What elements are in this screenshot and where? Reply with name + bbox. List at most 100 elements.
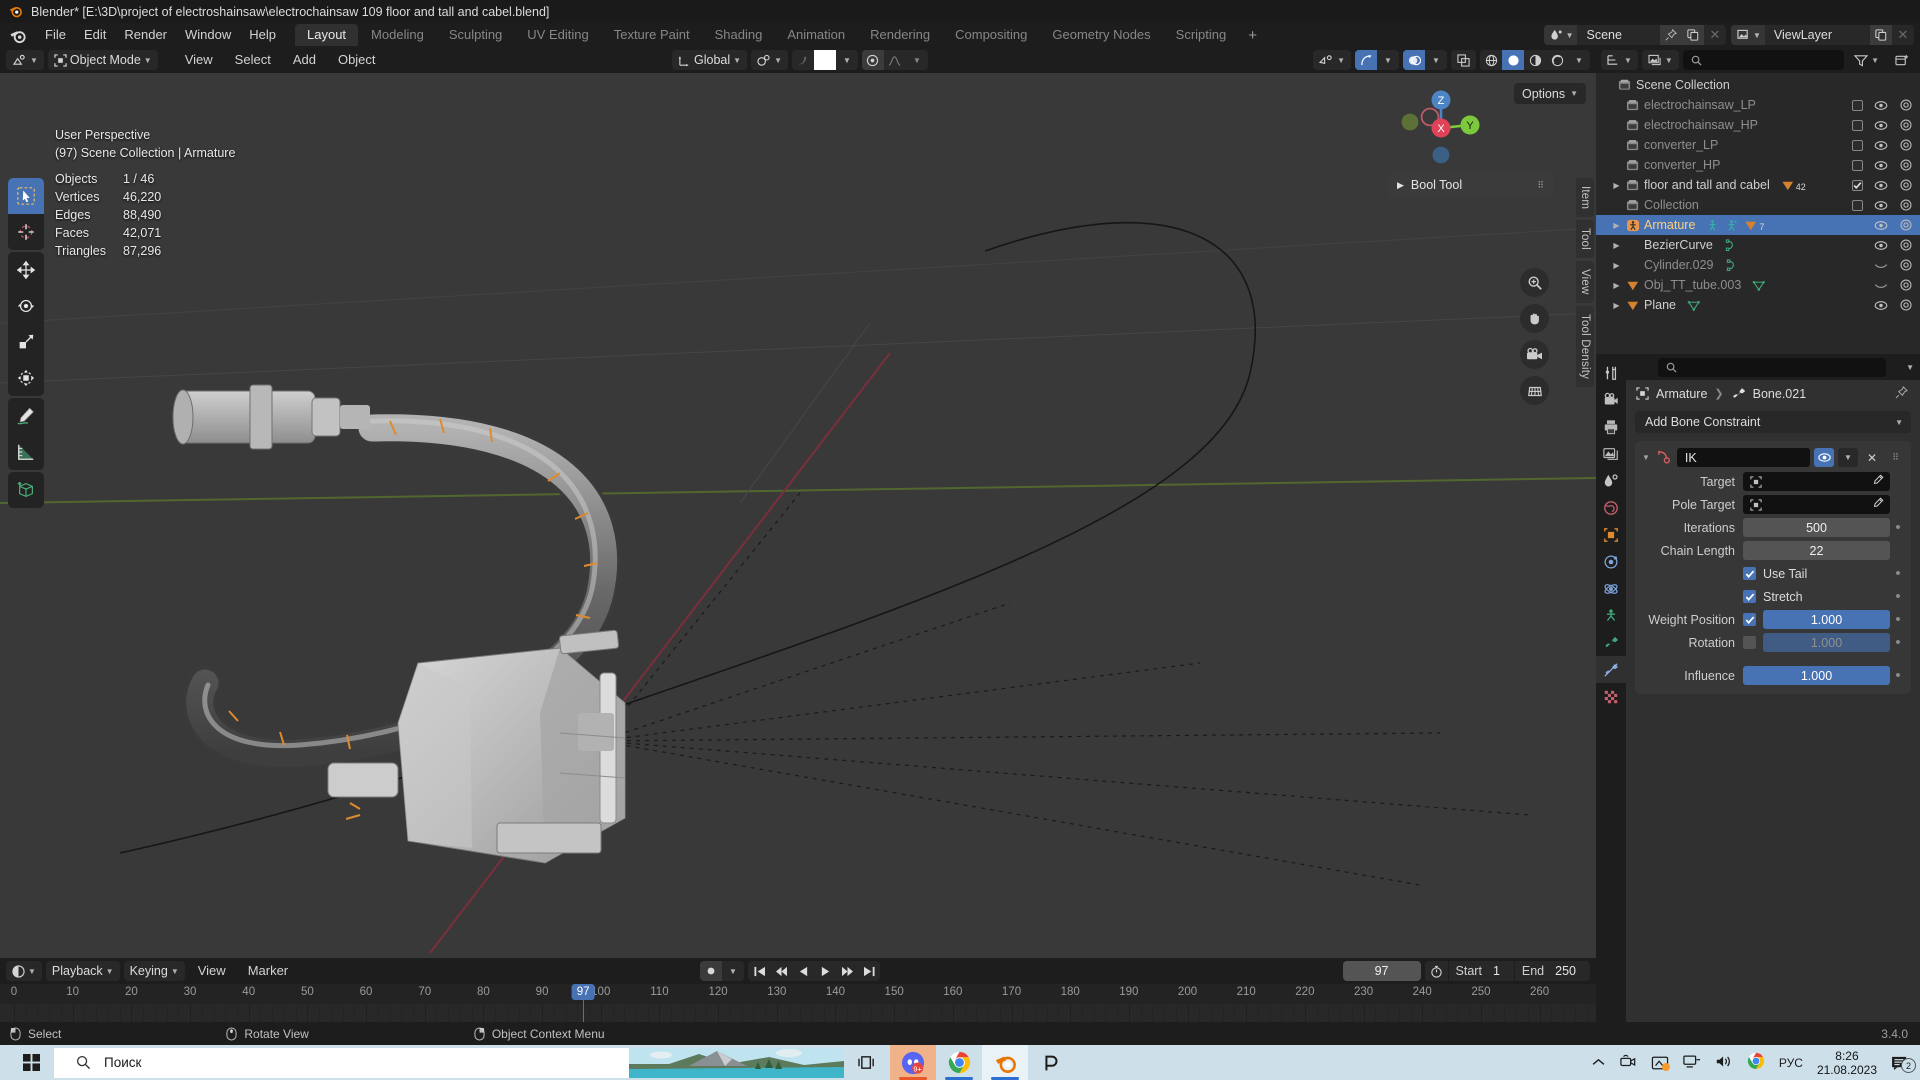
snapping-selector[interactable]: ▼	[751, 50, 788, 70]
properties-search-input[interactable]	[1658, 357, 1887, 377]
transform-orientation-selector[interactable]: Global ▼	[672, 50, 748, 70]
chevron-down-icon[interactable]: ▼	[1568, 50, 1590, 70]
tray-volume-icon[interactable]	[1715, 1054, 1733, 1072]
timeline-menu-marker[interactable]: Marker	[239, 961, 297, 981]
taskbar-clock[interactable]: 8:26 21.08.2023	[1817, 1049, 1877, 1077]
tray-language-indicator[interactable]: РУС	[1779, 1056, 1803, 1070]
outliner-exclude-checkbox[interactable]	[1852, 159, 1863, 171]
outliner-search-input[interactable]	[1682, 50, 1845, 70]
tray-onedrive-icon[interactable]	[1651, 1055, 1670, 1071]
outliner-exclude-checkbox[interactable]	[1852, 119, 1863, 131]
taskbar-search-box[interactable]: Поиск	[54, 1047, 844, 1078]
animate-property-dot[interactable]: •	[1890, 589, 1906, 604]
eyedropper-icon[interactable]	[1872, 497, 1884, 512]
visibility-selector[interactable]: ▼	[1313, 50, 1351, 70]
use-tail-checkbox[interactable]	[1743, 567, 1756, 580]
eye-open-icon[interactable]	[1874, 200, 1888, 211]
eye-open-icon[interactable]	[1874, 120, 1888, 131]
constraint-enable-toggle[interactable]	[1814, 448, 1834, 467]
tool-properties-tab[interactable]	[1596, 359, 1626, 386]
drag-handle-icon[interactable]: ⠿	[1886, 448, 1906, 467]
timeline-ruler[interactable]: 0 10 20 30 40 50 60 70 80 90 100 110 120 130 140 150 160…	[0, 984, 1596, 1004]
timeline-track-area[interactable]	[0, 1004, 1596, 1022]
task-view-button[interactable]	[844, 1045, 890, 1080]
sidebar-tab-tool-density[interactable]: Tool Density	[1576, 305, 1594, 387]
animate-property-dot[interactable]: •	[1890, 668, 1906, 683]
jump-to-start-button[interactable]	[748, 961, 770, 981]
cursor-tool[interactable]	[8, 214, 44, 250]
zoom-view-button[interactable]	[1520, 268, 1549, 297]
eye-open-icon[interactable]	[1874, 160, 1888, 171]
sidebar-tab-view[interactable]: View	[1576, 261, 1594, 303]
expand-arrow-icon[interactable]: ▶	[1610, 301, 1623, 310]
new-scene-button[interactable]	[1681, 25, 1704, 45]
render-visibility-icon[interactable]	[1899, 99, 1913, 111]
render-properties-tab[interactable]	[1596, 386, 1626, 413]
xray-toggle[interactable]	[1451, 50, 1476, 70]
proportional-edit-objects-toggle[interactable]	[861, 50, 884, 70]
outliner-row[interactable]: Collection	[1596, 195, 1920, 215]
expand-arrow-icon[interactable]: ▶	[1610, 241, 1623, 250]
menu-render[interactable]: Render	[115, 25, 176, 45]
expand-arrow-icon[interactable]: ▶	[1610, 181, 1623, 190]
jump-to-prev-keyframe-button[interactable]	[770, 961, 792, 981]
eye-closed-icon[interactable]	[1874, 280, 1888, 291]
rotation-checkbox[interactable]	[1743, 636, 1756, 649]
workspace-tab-sculpting[interactable]: Sculpting	[437, 24, 514, 46]
workspace-tab-texture-paint[interactable]: Texture Paint	[602, 24, 702, 46]
tray-expand-icon[interactable]	[1592, 1056, 1605, 1070]
viewport-menu-select[interactable]: Select	[226, 50, 280, 70]
outliner-row[interactable]: ▶ Armature 7	[1596, 215, 1920, 235]
tray-chrome-icon[interactable]	[1747, 1052, 1765, 1073]
outliner-row-scene-collection[interactable]: Scene Collection	[1596, 75, 1920, 95]
rotation-value-field[interactable]: 1.000	[1763, 633, 1890, 652]
sidebar-tab-item[interactable]: Item	[1576, 178, 1594, 218]
render-visibility-icon[interactable]	[1899, 219, 1913, 231]
render-visibility-icon[interactable]	[1899, 259, 1913, 271]
timeline-editor-type-selector[interactable]: ▼	[6, 961, 42, 981]
solid-shading-button[interactable]	[1502, 50, 1524, 70]
rendered-shading-button[interactable]	[1546, 50, 1568, 70]
eye-closed-icon[interactable]	[1874, 260, 1888, 271]
chevron-down-icon[interactable]: ▼	[1425, 50, 1447, 70]
influence-value-field[interactable]: 1.000	[1743, 666, 1890, 685]
new-collection-button[interactable]	[1889, 50, 1915, 70]
eye-open-icon[interactable]	[1874, 140, 1888, 151]
eyedropper-icon[interactable]	[1872, 474, 1884, 489]
tray-camera-icon[interactable]	[1619, 1053, 1637, 1072]
new-viewlayer-button[interactable]	[1870, 25, 1892, 45]
world-properties-tab[interactable]	[1596, 494, 1626, 521]
constraint-extras-menu[interactable]: ▼	[1838, 448, 1858, 467]
workspace-tab-layout[interactable]: Layout	[295, 24, 359, 46]
eye-open-icon[interactable]	[1874, 100, 1888, 111]
annotate-tool[interactable]	[8, 398, 44, 434]
animate-property-dot[interactable]: •	[1890, 566, 1906, 581]
auto-keying-toggle[interactable]	[700, 961, 722, 981]
outliner-row[interactable]: ▶ Cylinder.029	[1596, 255, 1920, 275]
viewport-menu-object[interactable]: Object	[329, 50, 385, 70]
render-visibility-icon[interactable]	[1899, 299, 1913, 311]
animate-property-dot[interactable]: •	[1890, 635, 1906, 650]
start-frame-value[interactable]: 1	[1489, 964, 1514, 978]
drag-handle-icon[interactable]: ⠿	[1537, 180, 1545, 189]
menu-file[interactable]: File	[36, 25, 75, 45]
start-button[interactable]	[8, 1045, 54, 1080]
workspace-tab-geometry-nodes[interactable]: Geometry Nodes	[1040, 24, 1162, 46]
blender-menu-icon[interactable]	[8, 27, 28, 44]
expand-arrow-icon[interactable]: ▶	[1610, 261, 1623, 270]
camera-view-button[interactable]	[1520, 340, 1549, 369]
output-properties-tab[interactable]	[1596, 413, 1626, 440]
bone-constraint-properties-tab[interactable]	[1596, 656, 1626, 683]
animate-property-dot[interactable]: •	[1890, 612, 1906, 627]
outliner-exclude-checkbox[interactable]	[1852, 139, 1863, 151]
modifier-properties-tab[interactable]	[1596, 548, 1626, 575]
toggle-perspective-button[interactable]	[1520, 376, 1549, 405]
chevron-down-icon[interactable]: ▼	[1377, 50, 1399, 70]
jump-to-next-keyframe-button[interactable]	[836, 961, 858, 981]
use-preview-range-icon[interactable]	[1425, 965, 1448, 978]
transform-tool[interactable]	[8, 360, 44, 396]
play-reverse-button[interactable]	[792, 961, 814, 981]
outliner-exclude-checkbox[interactable]	[1852, 179, 1863, 191]
delete-constraint-button[interactable]: ✕	[1862, 448, 1882, 467]
viewlayer-properties-tab[interactable]	[1596, 440, 1626, 467]
